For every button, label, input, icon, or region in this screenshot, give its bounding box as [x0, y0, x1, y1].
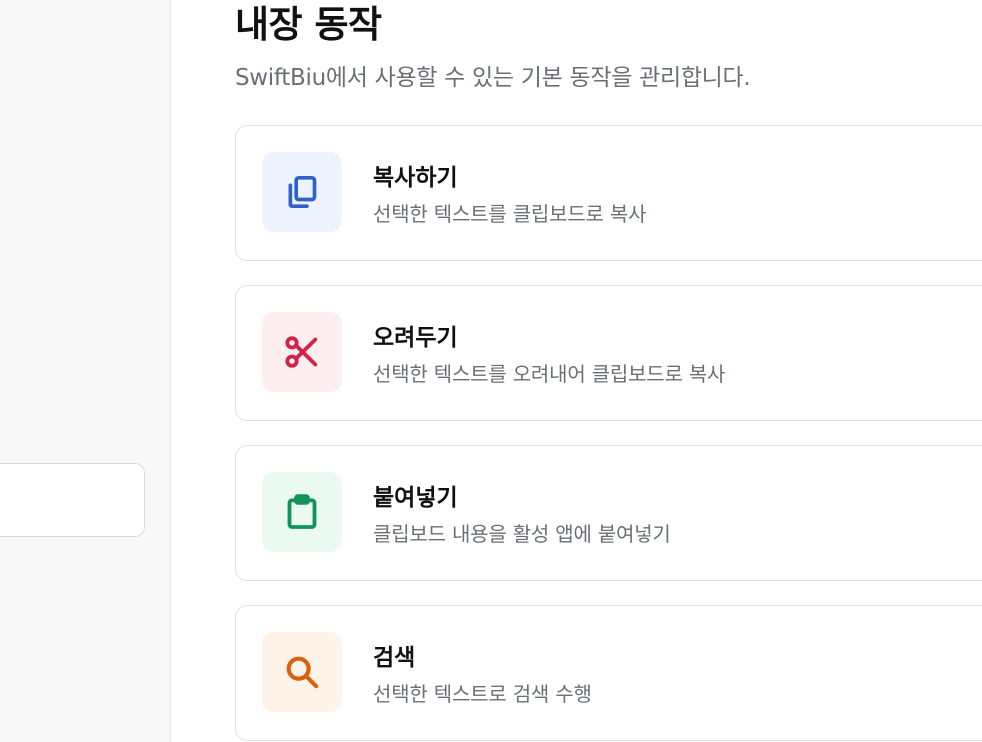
copy-icon-box: [262, 152, 342, 232]
action-description: 선택한 텍스트를 클립보드로 복사: [373, 202, 647, 226]
action-card-copy[interactable]: 복사하기 선택한 텍스트를 클립보드로 복사: [235, 125, 982, 261]
page-title: 내장 동작: [235, 3, 382, 46]
action-title: 검색: [373, 645, 416, 671]
action-title: 복사하기: [373, 165, 458, 191]
action-title: 오려두기: [373, 325, 458, 351]
action-card-cut[interactable]: 오려두기 선택한 텍스트를 오려내어 클립보드로 복사: [235, 285, 982, 421]
scissors-icon-box: [262, 312, 342, 392]
clipboard-icon-box: [262, 472, 342, 552]
action-description: 클립보드 내용을 활성 앱에 붙여넣기: [373, 522, 671, 546]
action-description: 선택한 텍스트를 오려내어 클립보드로 복사: [373, 362, 726, 386]
action-description: 선택한 텍스트로 검색 수행: [373, 682, 592, 706]
action-card-paste[interactable]: 붙여넣기 클립보드 내용을 활성 앱에 붙여넣기: [235, 445, 982, 581]
sidebar: [0, 0, 171, 742]
page-subtitle: SwiftBiu에서 사용할 수 있는 기본 동작을 관리합니다.: [235, 65, 751, 91]
sidebar-item-selected[interactable]: [0, 463, 145, 537]
copy-icon: [282, 172, 322, 212]
search-icon-box: [262, 632, 342, 712]
action-title: 붙여넣기: [373, 485, 458, 511]
clipboard-icon: [282, 492, 322, 532]
action-card-search[interactable]: 검색 선택한 텍스트로 검색 수행: [235, 605, 982, 741]
scissors-icon: [282, 332, 322, 372]
search-icon: [282, 652, 322, 692]
